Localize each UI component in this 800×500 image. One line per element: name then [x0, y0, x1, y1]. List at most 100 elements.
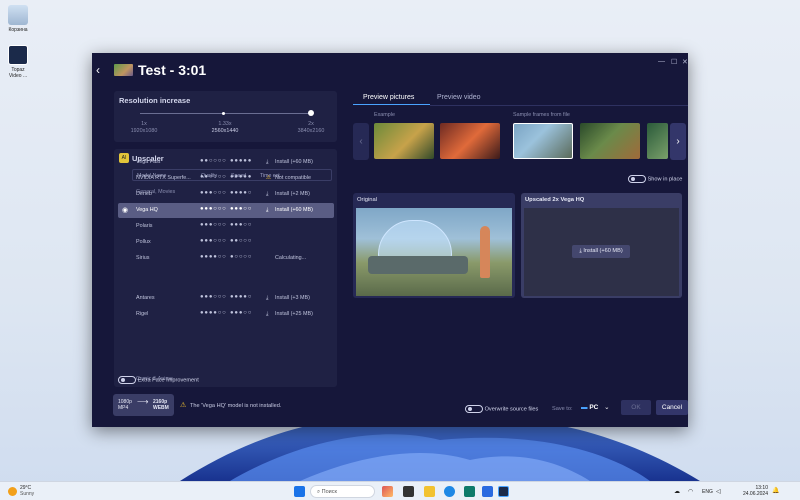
- desktop-icon-topaz[interactable]: Topaz Video ...: [5, 45, 31, 79]
- model-row[interactable]: Pollux ●●●○○○ ●●○○○: [118, 235, 334, 250]
- model-name: Deneb: [136, 191, 152, 197]
- weather-widget[interactable]: 29°C Sunny: [20, 485, 34, 497]
- show-in-place-toggle[interactable]: Show in place: [628, 175, 682, 183]
- resolution-stop-1-33x[interactable]: 1.33x 2560x1440: [205, 121, 245, 135]
- model-name: Polaris: [136, 223, 153, 229]
- quality-rating: ●●●○○○: [200, 190, 227, 196]
- model-name: Vega Fast: [136, 159, 161, 165]
- stop-factor: 1x: [141, 121, 147, 127]
- original-preview-card: Original: [353, 193, 515, 298]
- speed-rating: ●●○○○: [230, 238, 253, 244]
- file-explorer-icon[interactable]: [424, 486, 435, 497]
- back-arrow-icon[interactable]: ‹: [96, 63, 100, 77]
- speed-rating: ●●●●●: [230, 174, 253, 180]
- model-row[interactable]: Sirius ●●●●○○ ●○○○○ Calculating...: [118, 251, 334, 266]
- save-to-value: PC: [589, 404, 599, 411]
- monitor-icon: ▬: [581, 404, 588, 411]
- search-box[interactable]: ⌕ Поиск: [310, 485, 375, 498]
- time-est-status: Install (+3 MB): [275, 295, 310, 301]
- store-icon[interactable]: [464, 486, 475, 497]
- tab-preview-pictures[interactable]: Preview pictures: [363, 94, 414, 101]
- resolution-stop-1x[interactable]: 1x 1920x1080: [124, 121, 164, 135]
- model-row[interactable]: Vega Fast ●●○○○○ ●●●●● ⤓ Install (+60 MB): [118, 155, 334, 170]
- minimize-button[interactable]: —: [658, 58, 665, 65]
- topaz-app-icon: [8, 45, 28, 65]
- install-button-label: Install (+60 MB): [583, 248, 623, 254]
- desktop-icon-recycle-bin[interactable]: Корзина: [5, 5, 31, 33]
- scroll-right-button[interactable]: ›: [670, 123, 686, 160]
- mail-icon[interactable]: [482, 486, 493, 497]
- speed-rating: ●●●○○: [230, 206, 253, 212]
- model-row[interactable]: Rigel ●●●●○○ ●●●○○ ⤓ Install (+25 MB): [118, 307, 334, 322]
- topaz-taskbar-icon[interactable]: [498, 486, 509, 497]
- install-model-button[interactable]: ⤓ Install (+60 MB): [572, 245, 630, 258]
- quality-rating: ●●○○○○: [200, 158, 227, 164]
- toggle-switch[interactable]: [118, 376, 136, 384]
- overwrite-source-toggle[interactable]: Overwrite source files: [465, 405, 538, 413]
- model-name: Rigel: [136, 311, 149, 317]
- download-icon: ⤓: [579, 248, 582, 254]
- status-icon: ⤓: [266, 311, 269, 317]
- speed-rating: ●●●●○: [230, 294, 253, 300]
- model-name: NVIDIA RTX Superfe...: [136, 175, 191, 181]
- cloud-icon[interactable]: ☁: [674, 488, 680, 495]
- status-icon: ⚠: [266, 175, 271, 181]
- maximize-button[interactable]: ☐: [671, 58, 677, 66]
- volume-icon[interactable]: ◁: [716, 488, 721, 495]
- task-view-icon[interactable]: [403, 486, 414, 497]
- wifi-icon[interactable]: ◠: [688, 488, 693, 495]
- clock-date: 24.06.2024: [742, 491, 768, 497]
- search-placeholder: Поиск: [321, 489, 337, 495]
- resolution-slider-handle[interactable]: [308, 110, 314, 116]
- quality-rating: ●●●○○○: [200, 294, 227, 300]
- start-button-icon[interactable]: [294, 486, 305, 497]
- sample-frame-2[interactable]: [580, 123, 640, 159]
- model-name: Sirius: [136, 255, 150, 261]
- example-frame-2[interactable]: [440, 123, 500, 159]
- language-indicator[interactable]: ENG: [702, 489, 713, 495]
- sample-frame-3[interactable]: [647, 123, 668, 159]
- taskbar: 29°C Sunny ⌕ Поиск ☁ ◠ ENG ◁ 13:10 24.06…: [0, 481, 800, 500]
- search-icon: ⌕: [317, 489, 321, 495]
- model-row[interactable]: ◉ Vega HQ ●●●○○○ ●●●○○ ⤓ Install (+60 MB): [118, 203, 334, 218]
- notification-bell-icon[interactable]: 🔔: [772, 487, 779, 494]
- arrow-right-icon: ⟶: [137, 397, 149, 406]
- stop-resolution: 1920x1080: [130, 128, 158, 134]
- widgets-icon[interactable]: [382, 486, 393, 497]
- quality-rating: ●●●●○○: [200, 254, 227, 260]
- save-to-select[interactable]: ▬ PC ⌄: [581, 403, 610, 411]
- ok-button[interactable]: OK: [621, 400, 651, 415]
- quality-rating: ●●○○○○: [200, 174, 227, 180]
- model-name: Antares: [136, 295, 155, 301]
- resolution-stop-2x[interactable]: 2x 3840x2160: [291, 121, 331, 135]
- sample-frame-1[interactable]: [513, 123, 573, 159]
- time-est-status: Install (+60 MB): [275, 159, 313, 165]
- model-name: Pollux: [136, 239, 151, 245]
- show-in-place-label: Show in place: [647, 176, 683, 183]
- model-row[interactable]: Antares ●●●○○○ ●●●●○ ⤓ Install (+3 MB): [118, 291, 334, 306]
- time-est-status: Install (+25 MB): [275, 311, 313, 317]
- tab-preview-video[interactable]: Preview video: [437, 94, 481, 101]
- scroll-left-button[interactable]: ‹: [353, 123, 369, 160]
- example-frame-1[interactable]: [374, 123, 434, 159]
- model-row[interactable]: Deneb ●●●○○○ ●●●●○ ⤓ Install (+2 MB): [118, 187, 334, 202]
- toggle-switch[interactable]: [465, 405, 483, 413]
- format-conversion-badge[interactable]: 1080p MP4 ⟶ 2160p WEBM: [113, 394, 174, 416]
- source-container: MP4: [118, 405, 129, 411]
- time-est-status: Install (+60 MB): [275, 207, 313, 213]
- extra-face-improvement-toggle[interactable]: Extra Face Improvement: [118, 376, 199, 384]
- quality-rating: ●●●○○○: [200, 222, 227, 228]
- stop-resolution: 3840x2160: [297, 128, 325, 134]
- close-button[interactable]: ✕: [682, 58, 688, 66]
- model-row[interactable]: Polaris ●●●○○○ ●●●○○: [118, 219, 334, 234]
- resolution-slider-track[interactable]: [140, 113, 312, 114]
- toggle-switch[interactable]: [628, 175, 646, 183]
- clock[interactable]: 13:10 24.06.2024: [738, 485, 768, 497]
- target-container: WEBM: [153, 405, 169, 411]
- status-icon: ⤓: [266, 159, 269, 165]
- cancel-button[interactable]: Cancel: [656, 400, 688, 415]
- edge-browser-icon[interactable]: [444, 486, 455, 497]
- model-row[interactable]: NVIDIA RTX Superfe... ●●○○○○ ●●●●● ⚠ Not com…: [118, 171, 334, 186]
- time-est-status: Not compatible: [275, 175, 311, 181]
- window-title: Test - 3:01: [138, 62, 207, 78]
